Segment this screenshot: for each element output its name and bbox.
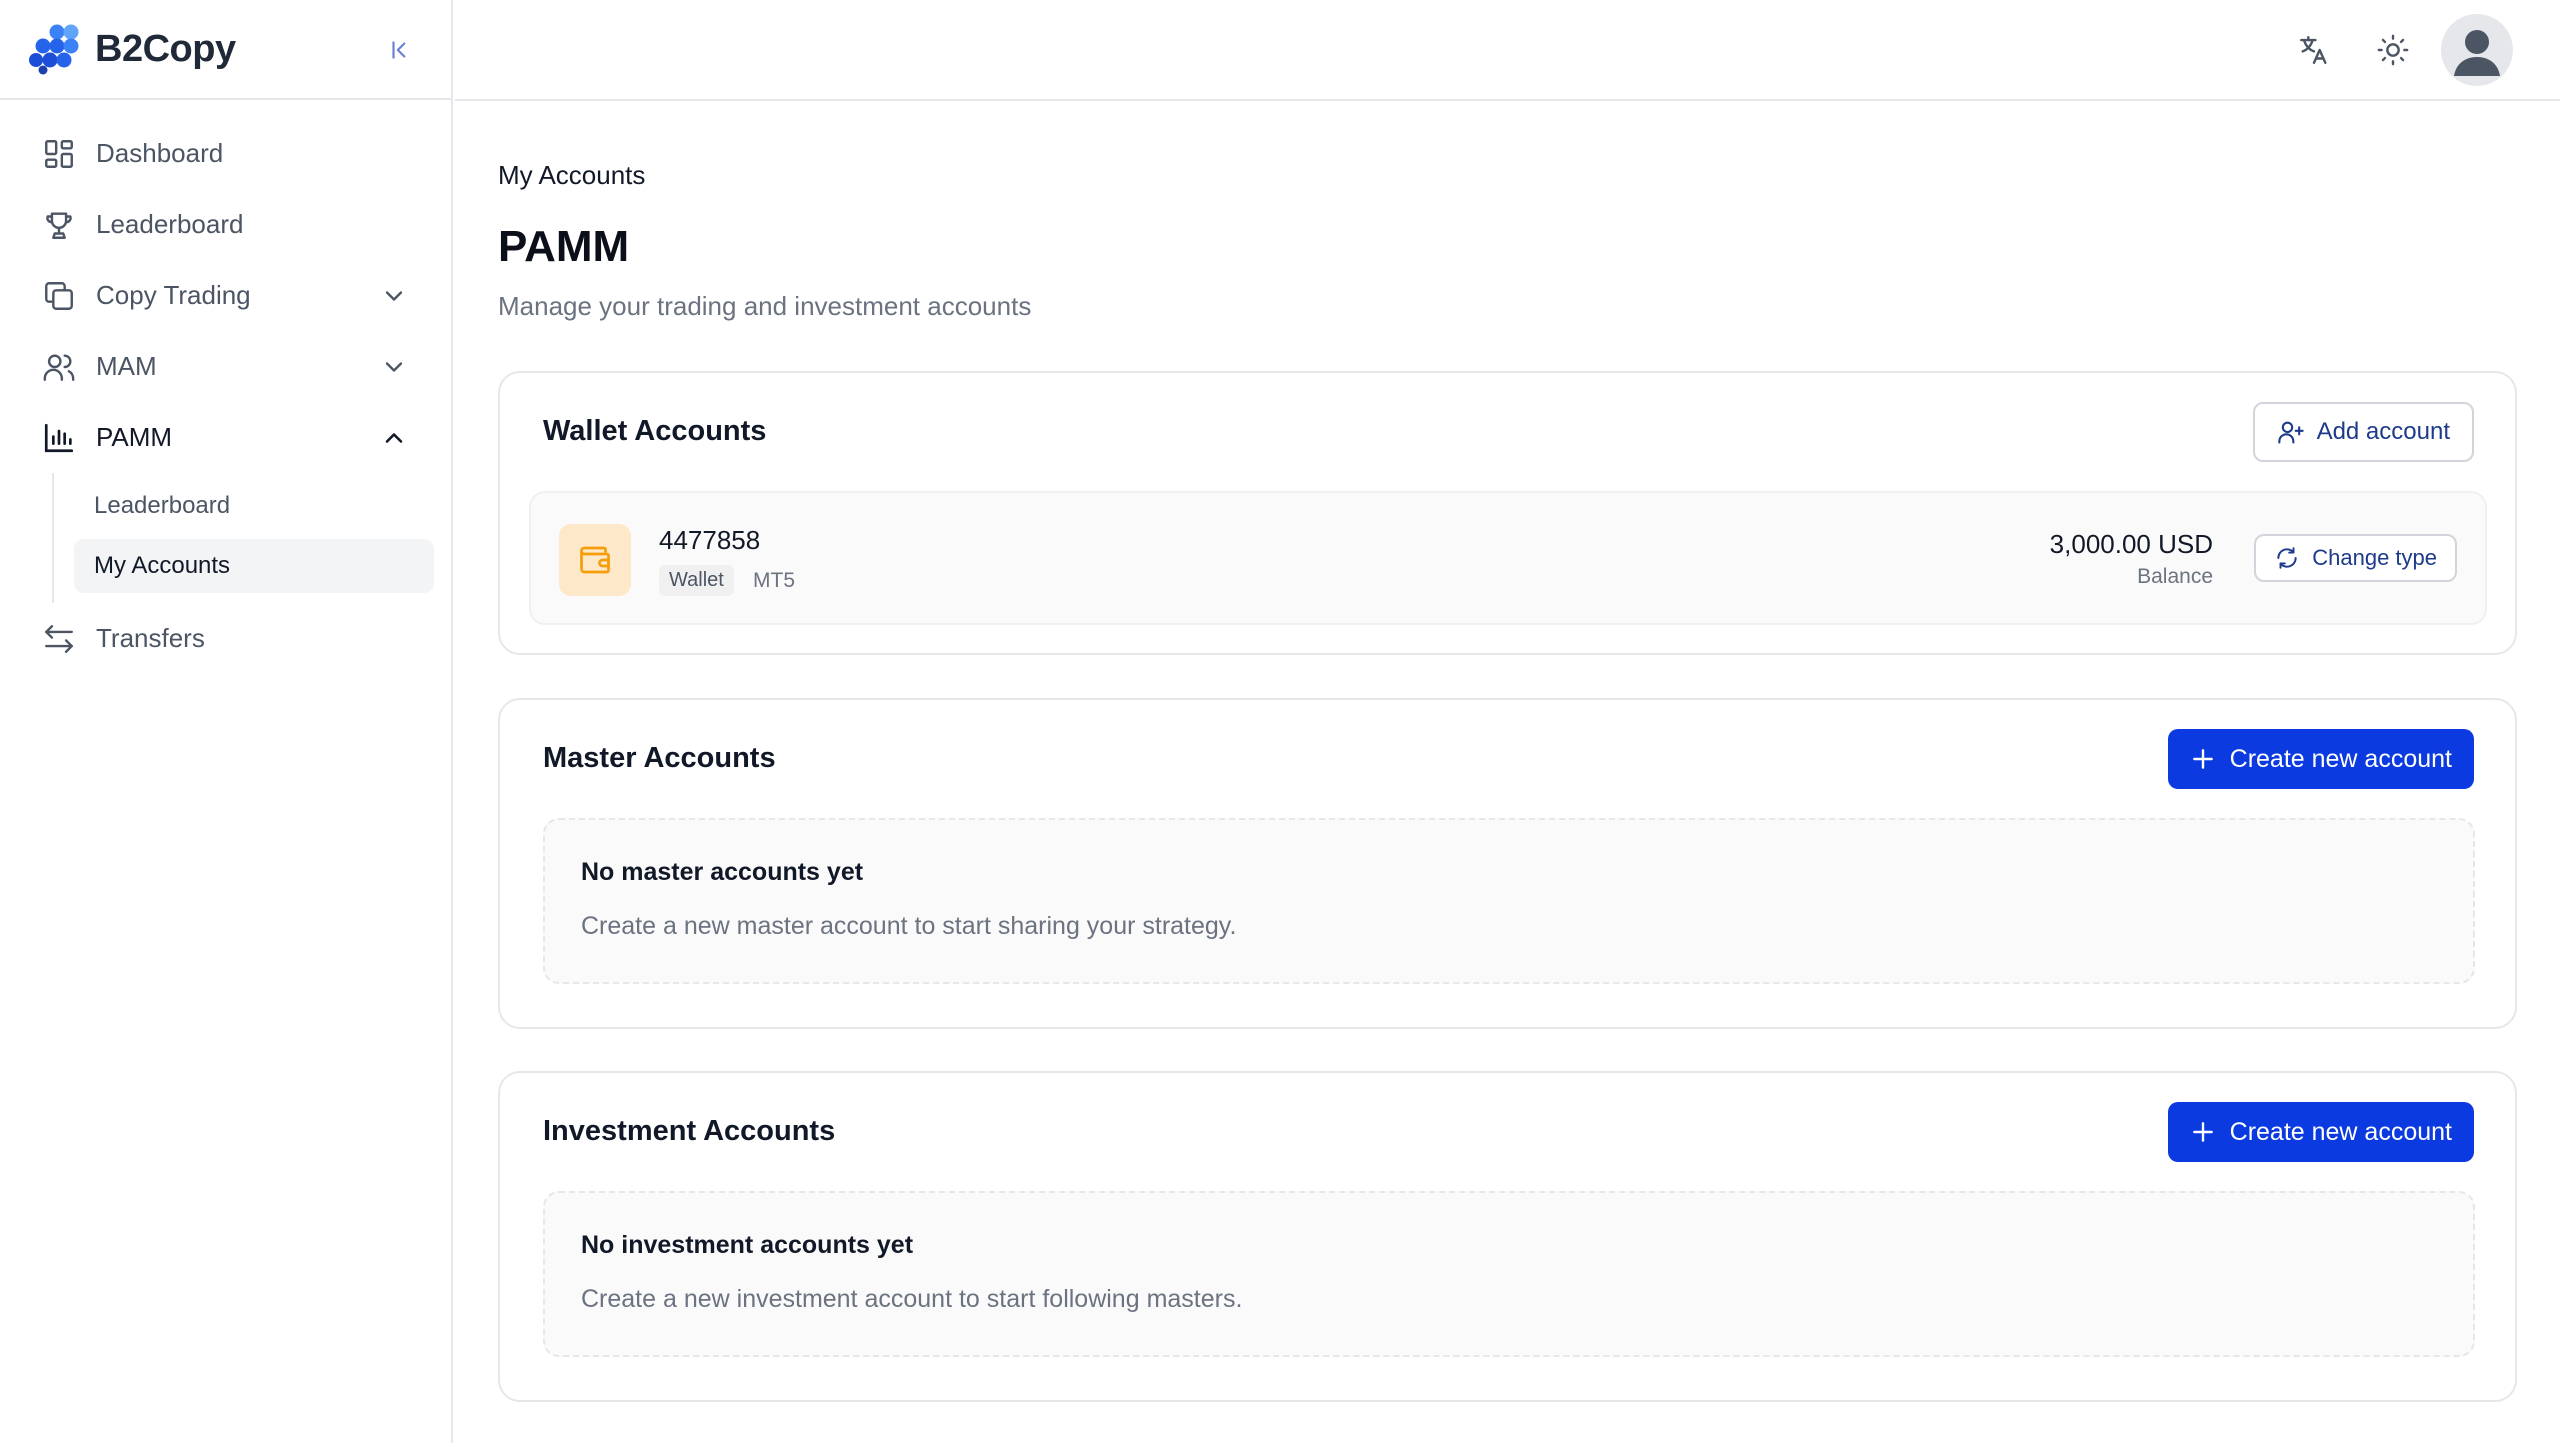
change-type-label: Change type [2312,545,2437,570]
sun-icon [2377,34,2409,66]
investment-accounts-title: Investment Accounts [543,1115,836,1147]
sidebar-item-label: Dashboard [96,138,224,168]
theme-toggle-button[interactable] [2371,28,2415,72]
account-type-tag: Wallet [659,565,734,596]
sidebar-item-label: Copy Trading [96,280,251,310]
account-number: 4477858 [659,525,761,555]
sidebar-item-copy-trading[interactable]: Copy Trading [0,260,451,331]
user-silhouette-icon [2454,30,2500,76]
topbar [455,0,2560,101]
subnav-item-leaderboard[interactable]: Leaderboard [74,479,434,533]
b2copy-logo-icon [29,24,79,75]
sidebar-item-leaderboard[interactable]: Leaderboard [0,189,451,260]
subnav-item-my-accounts[interactable]: My Accounts [74,539,434,593]
create-investment-account-button[interactable]: Create new account [2167,1102,2474,1162]
sidebar-item-label: Transfers [96,623,205,653]
empty-state-title: No master accounts yet [581,858,864,886]
create-investment-account-label: Create new account [2229,1117,2452,1146]
brand-name: B2Copy [95,27,236,70]
plus-icon [2192,749,2213,769]
sidebar-item-dashboard[interactable]: Dashboard [0,118,451,189]
refresh-icon [2277,547,2297,569]
empty-state-description: Create a new master account to start sha… [581,912,1237,940]
wallet-account-row: 4477858 Wallet MT5 3,000.00 USD Balance … [529,491,2487,625]
master-empty-state: No master accounts yet Create a new mast… [543,818,2475,984]
wallet-accounts-title: Wallet Accounts [543,415,767,447]
sidebar-item-label: Leaderboard [96,209,244,239]
create-master-account-label: Create new account [2229,744,2452,773]
empty-state-description: Create a new investment account to start… [581,1285,1243,1313]
create-master-account-button[interactable]: Create new account [2167,729,2474,789]
trophy-icon [46,211,72,239]
empty-state-title: No investment accounts yet [581,1231,914,1259]
collapse-sidebar-button[interactable] [382,32,418,68]
user-avatar[interactable] [2441,14,2513,86]
change-type-button[interactable]: Change type [2254,534,2457,582]
master-accounts-card: Master Accounts Create new account No ma… [498,698,2517,1029]
page-title: PAMM [498,222,630,271]
wallet-tile [559,524,631,596]
dashboard-icon [45,139,73,168]
sidebar-item-mam[interactable]: MAM [0,331,451,402]
sidebar-item-pamm[interactable]: PAMM [0,402,451,473]
add-account-label: Add account [2316,418,2450,445]
investment-empty-state: No investment accounts yet Create a new … [543,1191,2475,1357]
collapse-left-icon [392,41,406,59]
sidebar-nav: Dashboard Leaderboard Copy Trading MAM P… [0,100,451,674]
chevron-up-icon [385,433,403,443]
sidebar: B2Copy Dashboard Leaderboard Copy Tradin… [0,0,453,1443]
bar-chart-icon [44,423,74,452]
sidebar-item-label: MAM [96,351,157,381]
pamm-subnav: Leaderboard My Accounts [52,473,434,603]
users-icon [43,353,75,381]
chevron-down-icon [385,291,403,301]
plus-icon [2192,1122,2213,1142]
add-account-button[interactable]: Add account [2252,402,2474,462]
brand: B2Copy [0,0,451,100]
user-plus-icon [2277,421,2304,444]
copy-icon [45,281,73,310]
breadcrumb: My Accounts [498,160,646,190]
sidebar-item-transfers[interactable]: Transfers [0,603,451,674]
chevron-down-icon [385,362,403,372]
page-subtitle: Manage your trading and investment accou… [498,291,1032,321]
transfer-arrows-icon [45,624,73,653]
account-balance: 3,000.00 USD [2049,529,2213,559]
master-accounts-title: Master Accounts [543,742,776,774]
account-platform: MT5 [753,569,795,592]
wallet-icon [580,546,610,574]
account-balance-label: Balance [2137,565,2213,588]
sidebar-item-label: PAMM [96,422,173,452]
translate-icon [2300,36,2327,64]
investment-accounts-card: Investment Accounts Create new account N… [498,1071,2517,1402]
wallet-accounts-card: Wallet Accounts Add account 4477858 Wall… [498,371,2517,655]
language-button[interactable] [2292,28,2336,72]
